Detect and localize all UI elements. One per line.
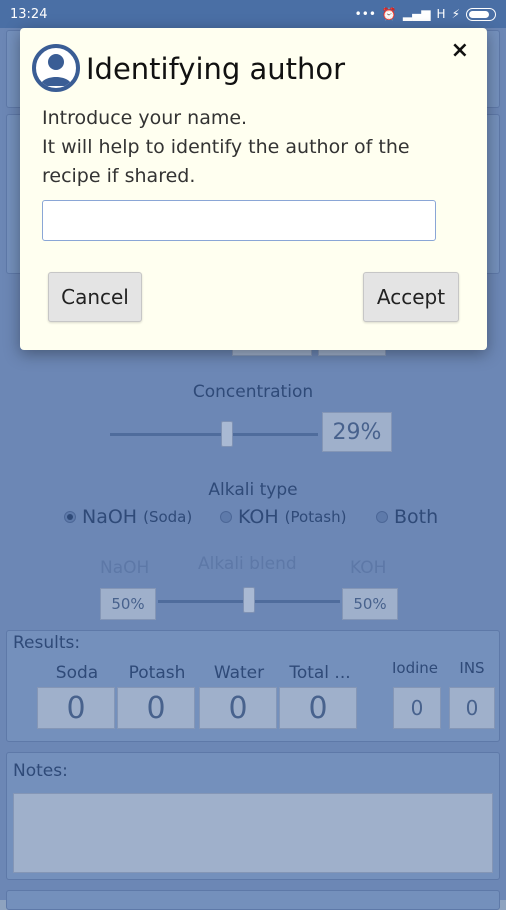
radio-naoh-label: NaOH <box>82 506 138 528</box>
result-value-water: 0 <box>199 687 277 729</box>
blend-right-value[interactable]: 50% <box>342 588 398 620</box>
user-avatar-icon <box>32 44 80 92</box>
result-header-iodine: Iodine <box>391 659 439 677</box>
results-label: Results: <box>13 633 81 653</box>
result-header-soda: Soda <box>55 663 99 683</box>
radio-koh[interactable]: KOH (Potash) <box>220 506 346 528</box>
dots-icon: ••• <box>354 7 376 21</box>
result-value-iodine: 0 <box>393 687 441 729</box>
results-panel: Results: Soda Potash Water Total ... 0 0… <box>6 630 500 742</box>
bottom-panel <box>6 890 500 910</box>
author-name-input[interactable] <box>42 200 436 241</box>
radio-both[interactable]: Both <box>376 506 438 528</box>
radio-koh-sub: (Potash) <box>284 508 347 526</box>
radio-koh-label: KOH <box>238 506 279 528</box>
blend-slider-thumb[interactable] <box>243 587 255 613</box>
cancel-button[interactable]: Cancel <box>48 272 142 322</box>
result-header-water: Water <box>213 663 265 683</box>
identify-author-dialog: Identifying author × Introduce your name… <box>20 28 487 350</box>
alkali-type-label: Alkali type <box>208 480 298 500</box>
battery-icon <box>466 7 496 21</box>
dialog-message-line1: Introduce your name. <box>42 107 248 129</box>
status-bar: 13:24 ••• ⏰ ▂▄▆ H ⚡ <box>0 0 506 28</box>
notes-textarea[interactable] <box>13 793 493 873</box>
result-header-ins: INS <box>459 659 485 677</box>
radio-both-dot <box>376 511 388 523</box>
radio-naoh-sub: (Soda) <box>143 508 193 526</box>
blend-left-name: NaOH <box>100 558 150 578</box>
concentration-value[interactable]: 29% <box>322 412 392 452</box>
concentration-slider-thumb[interactable] <box>221 421 233 447</box>
network-type: H <box>436 7 446 21</box>
blend-left-value[interactable]: 50% <box>100 588 156 620</box>
result-value-potash: 0 <box>117 687 195 729</box>
result-value-ins: 0 <box>449 687 495 729</box>
dialog-title: Identifying author <box>86 52 346 86</box>
close-icon[interactable]: × <box>451 38 469 63</box>
status-icons: ••• ⏰ ▂▄▆ H ⚡ <box>355 7 496 21</box>
result-value-soda: 0 <box>37 687 115 729</box>
concentration-track <box>110 433 318 436</box>
charging-icon: ⚡ <box>451 7 460 21</box>
dialog-message-line2: It will help to identify the author of t… <box>42 136 410 187</box>
notes-label: Notes: <box>13 761 68 781</box>
status-time: 13:24 <box>10 6 48 22</box>
alkali-blend-label: Alkali blend <box>198 554 297 574</box>
result-value-total: 0 <box>279 687 357 729</box>
accept-button[interactable]: Accept <box>363 272 459 322</box>
blend-right-name: KOH <box>350 558 387 578</box>
alarm-icon: ⏰ <box>381 7 397 21</box>
concentration-label: Concentration <box>192 382 314 402</box>
dialog-message: Introduce your name. It will help to ide… <box>42 104 462 191</box>
signal-icon: ▂▄▆ <box>402 7 431 21</box>
radio-naoh[interactable]: NaOH (Soda) <box>64 506 192 528</box>
notes-panel: Notes: <box>6 752 500 880</box>
radio-koh-dot <box>220 511 232 523</box>
result-header-total: Total ... <box>289 663 351 683</box>
result-header-potash: Potash <box>128 663 186 683</box>
radio-naoh-dot <box>64 511 76 523</box>
radio-both-label: Both <box>394 506 439 528</box>
